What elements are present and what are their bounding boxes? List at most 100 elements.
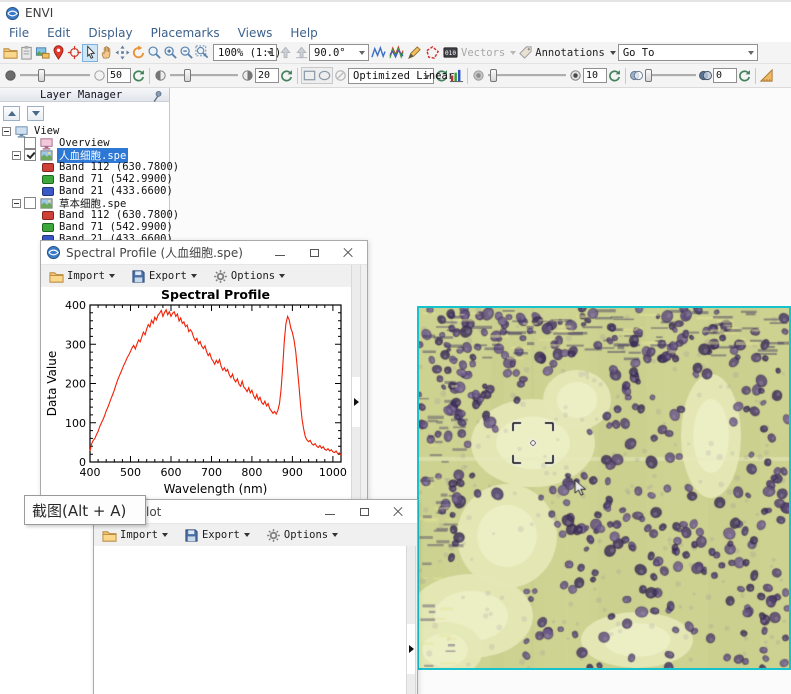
stretch-rect-icon[interactable]	[302, 68, 317, 83]
expander-minus-icon[interactable]	[2, 127, 11, 136]
zoom-combo[interactable]: 100% (1:1)	[213, 44, 277, 61]
collapse-all-button[interactable]	[3, 106, 20, 121]
data-manager-tool[interactable]	[34, 44, 50, 62]
expand-all-button[interactable]	[27, 106, 44, 121]
zoom-fit-tool[interactable]	[194, 44, 210, 62]
visibility-checkbox[interactable]	[24, 149, 36, 161]
brightness-high-icon	[92, 68, 107, 83]
zoom-out-tool[interactable]	[178, 44, 194, 62]
crosshair-tool[interactable]	[66, 44, 82, 62]
zoom-in-tool[interactable]	[162, 44, 178, 62]
menu-placemarks[interactable]: Placemarks	[142, 26, 229, 40]
sharpen-low-icon	[471, 68, 486, 83]
brightness-input[interactable]	[107, 68, 131, 83]
brightness-slider[interactable]	[20, 74, 90, 77]
contrast-slider-thumb[interactable]	[184, 69, 191, 82]
zoom-out-icon	[179, 45, 194, 60]
open-tool[interactable]	[2, 44, 18, 62]
close-button[interactable]	[381, 500, 415, 524]
plot-key-scrollbar[interactable]	[406, 546, 416, 694]
band-color-swatch	[42, 223, 54, 232]
goto-combo[interactable]: Go To	[618, 44, 758, 61]
sharpen-input[interactable]	[583, 68, 607, 83]
main-toolbar: 100% (1:1) 90.0° 010Vectors AnnotationsGo T…	[0, 42, 791, 64]
menu-help[interactable]: Help	[281, 26, 326, 40]
sharpen-slider-thumb[interactable]	[490, 69, 497, 82]
save-icon	[184, 528, 199, 543]
contrast-slider[interactable]	[170, 74, 238, 77]
transparency-slider[interactable]	[646, 74, 696, 77]
vectors-dropdown[interactable]: Vectors	[459, 47, 518, 59]
refresh-icon[interactable]	[131, 68, 146, 83]
chevron-down-icon	[510, 51, 516, 55]
layer-row[interactable]: View	[0, 125, 169, 137]
pan-tool[interactable]	[98, 44, 114, 62]
rotation-combo[interactable]: 90.0°	[309, 44, 369, 61]
band-row[interactable]: Band 71 (542.9900)	[0, 221, 169, 233]
roi-button[interactable]	[424, 44, 440, 62]
multi-profile-button[interactable]	[388, 44, 404, 62]
rotate-tool[interactable]	[130, 44, 146, 62]
close-button[interactable]	[331, 241, 365, 265]
spectral-profile-button[interactable]	[370, 44, 386, 62]
zoom-tool[interactable]	[146, 44, 162, 62]
visibility-checkbox[interactable]	[24, 197, 36, 209]
options-menu[interactable]: Options	[266, 528, 338, 543]
pen-icon	[407, 45, 422, 60]
clipboard-tool[interactable]	[18, 44, 34, 62]
contrast-input[interactable]	[255, 68, 279, 83]
import-menu[interactable]: Import	[102, 528, 168, 543]
transparency-input[interactable]	[713, 68, 737, 83]
refresh-icon[interactable]	[607, 68, 622, 83]
annotations-dropdown[interactable]: Annotations	[533, 47, 618, 59]
stretch-ellipse-icon[interactable]	[317, 68, 332, 83]
options-menu[interactable]: Options	[213, 269, 285, 284]
maximize-button[interactable]	[347, 500, 381, 524]
plot-key-scrollbar[interactable]	[351, 265, 361, 508]
visibility-checkbox[interactable]	[24, 137, 36, 149]
open-icon	[102, 528, 117, 543]
plot-key-expander[interactable]	[352, 377, 360, 427]
sharpen-slider[interactable]	[488, 74, 566, 77]
export-menu[interactable]: Export	[131, 269, 197, 284]
export-menu[interactable]: Export	[184, 528, 250, 543]
select-tool[interactable]	[82, 44, 98, 62]
band-row[interactable]: Band 71 (542.9900)	[0, 173, 169, 185]
band-row[interactable]: Band 112 (630.7800)	[0, 161, 169, 173]
menu-display[interactable]: Display	[79, 26, 141, 40]
stretch-combo[interactable]: Optimized Linear	[348, 68, 434, 84]
minimize-button[interactable]	[313, 500, 347, 524]
refresh-icon[interactable]	[279, 68, 294, 83]
view-up2-button[interactable]	[293, 44, 309, 62]
placemark-tool[interactable]	[50, 44, 66, 62]
brightness-slider-thumb[interactable]	[38, 69, 45, 82]
pin-icon[interactable]	[149, 89, 164, 104]
plot-key-expander[interactable]	[407, 624, 415, 674]
expander-minus-icon[interactable]	[12, 199, 21, 208]
band-row[interactable]: Band 112 (630.7800)	[0, 209, 169, 221]
menu-edit[interactable]: Edit	[38, 26, 79, 40]
minimize-button[interactable]	[263, 241, 297, 265]
layer-row[interactable]: 草本细胞.spe	[0, 197, 169, 209]
pen-button[interactable]	[406, 44, 422, 62]
menu-file[interactable]: File	[0, 26, 38, 40]
spectral-window-titlebar[interactable]: Spectral Profile (人血细胞.spe)	[41, 241, 367, 265]
no-stretch-icon[interactable]	[333, 68, 348, 83]
maximize-button[interactable]	[297, 241, 331, 265]
layer-row[interactable]: 人血细胞.spe	[0, 149, 169, 161]
fly-tool[interactable]	[114, 44, 130, 62]
import-menu[interactable]: Import	[49, 269, 115, 284]
ruler-icon[interactable]	[759, 68, 774, 83]
layer-manager-header[interactable]: Layer Manager	[0, 88, 169, 102]
expand-right-icon	[409, 645, 414, 653]
separator	[149, 68, 150, 84]
expander-minus-icon[interactable]	[12, 151, 21, 160]
band-color-swatch	[42, 175, 54, 184]
microscopy-image[interactable]	[419, 308, 789, 668]
transparency-slider-thumb[interactable]	[645, 69, 652, 82]
refresh-icon[interactable]	[737, 68, 752, 83]
image-display-view[interactable]	[417, 306, 791, 670]
binary-button[interactable]: 010	[442, 44, 458, 62]
menu-views[interactable]: Views	[229, 26, 282, 40]
brightness-low-icon	[3, 68, 18, 83]
